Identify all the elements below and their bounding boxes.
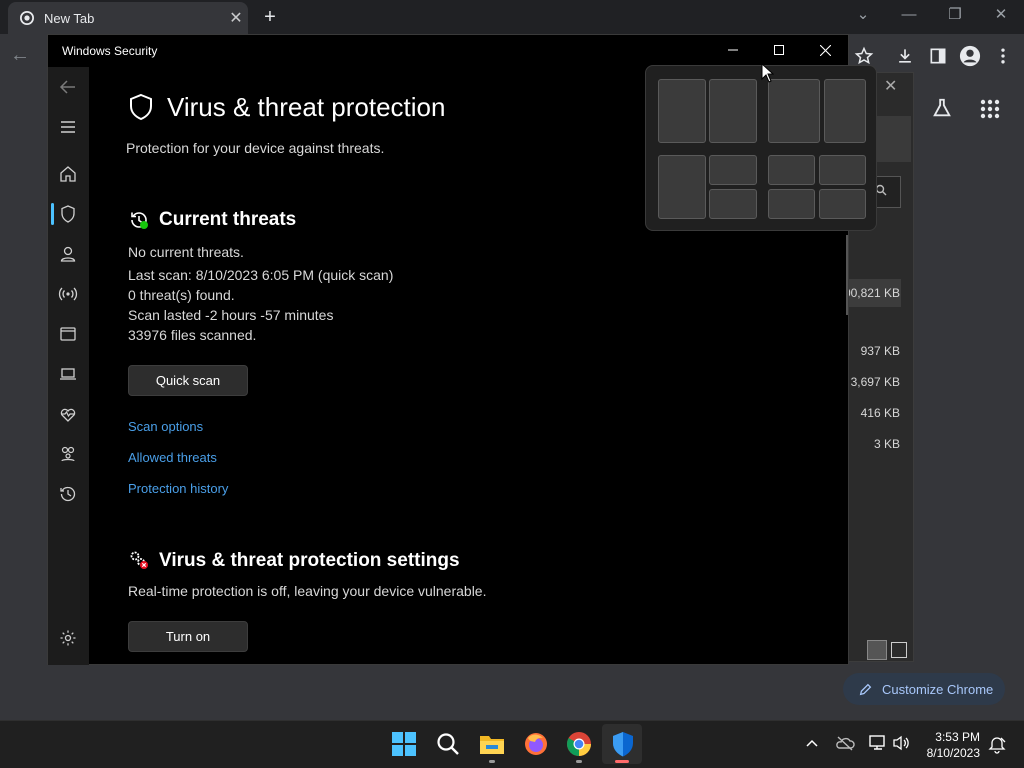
- clock-date[interactable]: 8/10/2023: [915, 746, 980, 760]
- allowed-threats-link[interactable]: Allowed threats: [128, 450, 217, 465]
- panel-close-icon[interactable]: ✕: [884, 76, 897, 96]
- start-windows-icon[interactable]: [388, 728, 420, 760]
- nav-app-browser-control-icon[interactable]: [58, 324, 78, 344]
- threat-status-line: No current threats.: [128, 244, 244, 260]
- snap-layout-2-left[interactable]: [768, 79, 820, 143]
- current-threats-title: Current threats: [159, 209, 297, 230]
- panel-size-1: 00,821 KB: [843, 286, 900, 300]
- quick-scan-button[interactable]: Quick scan: [128, 365, 248, 396]
- page-subtitle: Protection for your device against threa…: [126, 140, 385, 156]
- minimize-button[interactable]: [710, 35, 756, 65]
- nav-active-indicator: [51, 203, 54, 225]
- panel-size-2: 937 KB: [860, 344, 900, 358]
- files-scanned-line: 33976 files scanned.: [128, 327, 257, 343]
- notifications-bell-icon[interactable]: [988, 736, 1006, 754]
- snap-layout-2-right[interactable]: [824, 79, 866, 143]
- side-panel-icon[interactable]: [928, 46, 952, 70]
- show-hidden-icons-chevron-icon[interactable]: [805, 736, 819, 750]
- pencil-icon: [859, 683, 872, 696]
- snap-layouts-flyout: [645, 65, 877, 231]
- turn-on-button[interactable]: Turn on: [128, 621, 248, 652]
- back-arrow-icon[interactable]: [58, 77, 78, 97]
- nav-settings-gear-icon[interactable]: [58, 628, 78, 648]
- realtime-protection-warning: Real-time protection is off, leaving you…: [128, 583, 487, 599]
- close-button[interactable]: [802, 35, 848, 65]
- panel-size-4: 416 KB: [860, 406, 900, 420]
- window-title: Windows Security: [62, 44, 158, 58]
- labs-flask-icon[interactable]: [931, 97, 953, 119]
- nav-device-health-icon[interactable]: [58, 404, 78, 424]
- nav-home-icon[interactable]: [58, 164, 78, 184]
- scrollbar-thumb[interactable]: [846, 235, 848, 315]
- scan-options-link[interactable]: Scan options: [128, 419, 203, 434]
- protection-settings-title: Virus & threat protection settings: [159, 550, 460, 571]
- file-explorer-running-indicator: [489, 760, 495, 763]
- taskbar-search-icon[interactable]: [432, 728, 464, 760]
- snap-layout-1-right[interactable]: [709, 79, 757, 143]
- download-icon[interactable]: [895, 46, 919, 70]
- chrome-running-indicator: [576, 760, 582, 763]
- nav-account-protection-icon[interactable]: [58, 244, 78, 264]
- chrome-tab-title: New Tab: [44, 10, 95, 26]
- chrome-close-button[interactable]: ✕: [978, 4, 1024, 26]
- panel-size-3: 3,697 KB: [850, 375, 900, 389]
- new-tab-button[interactable]: +: [258, 6, 282, 28]
- snap-layout-3-bottom-right[interactable]: [709, 189, 757, 219]
- snap-layout-4-top-right[interactable]: [819, 155, 866, 185]
- snap-layout-3-top-right[interactable]: [709, 155, 757, 185]
- chrome-minimize-button[interactable]: —: [886, 4, 932, 26]
- tab-close-icon[interactable]: ✕: [224, 8, 248, 28]
- chrome-logo-icon: [20, 11, 34, 25]
- windows-security-active-indicator: [615, 760, 629, 763]
- nav-family-options-icon[interactable]: [58, 444, 78, 464]
- list-view-icon[interactable]: [867, 640, 887, 660]
- mouse-cursor-icon: [761, 63, 774, 83]
- customize-chrome-button[interactable]: Customize Chrome: [843, 673, 1005, 705]
- page-title-shield-icon: [128, 93, 154, 121]
- last-scan-line: Last scan: 8/10/2023 6:05 PM (quick scan…: [128, 267, 394, 283]
- snap-layout-4-bottom-left[interactable]: [768, 189, 815, 219]
- panel-size-5: 3 KB: [873, 437, 900, 451]
- volume-icon[interactable]: [892, 735, 910, 751]
- chrome-taskbar-icon[interactable]: [563, 728, 595, 760]
- nav-protection-history-icon[interactable]: [58, 484, 78, 504]
- nav-device-security-icon[interactable]: [58, 364, 78, 384]
- scan-duration-line: Scan lasted -2 hours -57 minutes: [128, 307, 334, 323]
- page-title: Virus & threat protection: [167, 92, 446, 122]
- back-arrow-icon[interactable]: ←: [10, 44, 30, 67]
- threats-found-line: 0 threat(s) found.: [128, 287, 235, 303]
- onedrive-offline-icon[interactable]: [835, 735, 855, 751]
- customize-chrome-label: Customize Chrome: [882, 681, 994, 697]
- preview-view-icon[interactable]: [891, 642, 907, 658]
- clock-time[interactable]: 3:53 PM: [925, 730, 980, 744]
- settings-gears-warning-icon: [128, 549, 150, 571]
- chrome-tab-new-tab[interactable]: New Tab ✕: [8, 2, 248, 34]
- firefox-icon[interactable]: [520, 728, 552, 760]
- hamburger-menu-icon[interactable]: [58, 117, 78, 137]
- google-apps-icon[interactable]: [980, 99, 1000, 119]
- file-explorer-icon[interactable]: [476, 728, 508, 760]
- snap-layout-3-left[interactable]: [658, 155, 706, 219]
- network-icon[interactable]: [868, 734, 888, 752]
- maximize-button[interactable]: [756, 35, 802, 65]
- tab-search-icon[interactable]: ⌄: [840, 4, 886, 26]
- snap-layout-1-left[interactable]: [658, 79, 706, 143]
- snap-layout-4-bottom-right[interactable]: [819, 189, 866, 219]
- profile-avatar-icon[interactable]: [959, 45, 983, 69]
- current-threats-icon: [128, 209, 150, 231]
- nav-firewall-network-icon[interactable]: [58, 284, 78, 304]
- windows-security-shield-icon: [607, 728, 639, 760]
- nav-virus-protection-shield-icon[interactable]: [58, 204, 78, 224]
- chrome-restore-button[interactable]: ❐: [932, 4, 978, 26]
- chrome-menu-icon[interactable]: [993, 46, 1017, 70]
- snap-layout-4-top-left[interactable]: [768, 155, 815, 185]
- protection-history-link[interactable]: Protection history: [128, 481, 228, 496]
